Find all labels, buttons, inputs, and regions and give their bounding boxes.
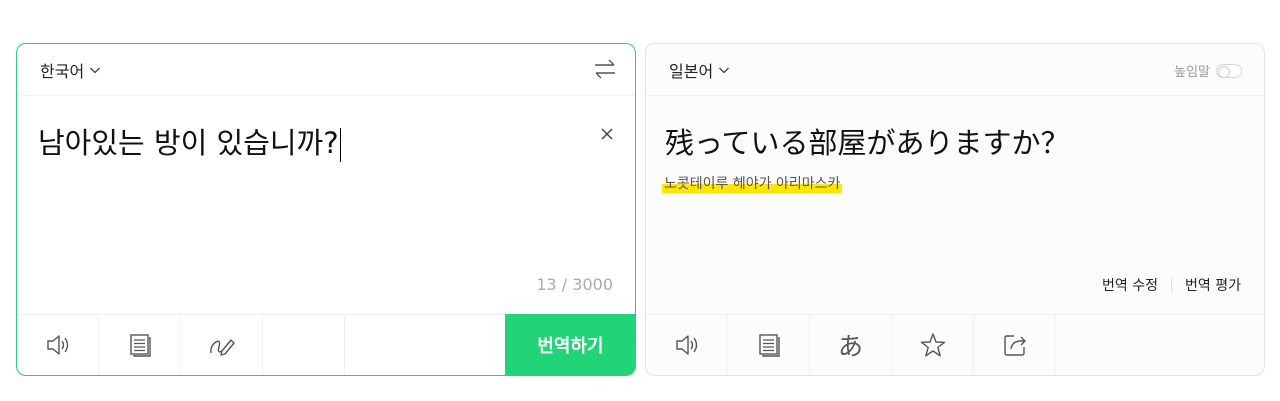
toolbar-spacer	[263, 315, 345, 375]
source-text-area[interactable]: 남아있는 방이 있습니까?	[38, 123, 341, 163]
source-text: 남아있는 방이 있습니까?	[38, 126, 339, 160]
share-icon	[1003, 335, 1026, 356]
speaker-icon	[675, 335, 697, 355]
divider	[1171, 278, 1173, 292]
target-copy-button[interactable]	[728, 315, 810, 375]
hiragana-button[interactable]: あ	[810, 315, 892, 375]
source-listen-button[interactable]	[17, 315, 99, 375]
speaker-icon	[46, 335, 68, 355]
target-language-label: 일본어	[669, 62, 714, 81]
favorite-button[interactable]	[892, 315, 974, 375]
handwriting-icon	[209, 339, 235, 356]
target-listen-button[interactable]	[646, 315, 728, 375]
source-language-label: 한국어	[40, 62, 85, 81]
text-caret	[339, 128, 341, 162]
source-header: 한국어	[17, 44, 635, 96]
rate-translation-link[interactable]: 번역 평가	[1185, 275, 1241, 295]
target-panel: 일본어 높임말 残っている部屋がありますか？ 노콧테이루 헤야가 아리마스카 번…	[645, 43, 1265, 376]
target-actions: 번역 수정 번역 평가	[1102, 275, 1241, 295]
hiragana-icon: あ	[837, 332, 863, 361]
close-icon[interactable]	[599, 126, 615, 142]
translated-text: 残っている部屋がありますか？	[665, 126, 1070, 160]
honorific-switch[interactable]	[1216, 63, 1242, 78]
source-copy-button[interactable]	[99, 315, 181, 375]
translate-button[interactable]: 번역하기	[505, 314, 635, 375]
character-counter: 13 / 3000	[536, 275, 613, 294]
source-language-select[interactable]: 한국어	[40, 58, 101, 82]
honorific-toggle[interactable]: 높임말	[1174, 61, 1242, 80]
chevron-down-icon	[90, 67, 101, 74]
target-toolbar: あ	[646, 314, 1264, 375]
edit-translation-link[interactable]: 번역 수정	[1102, 275, 1158, 295]
share-button[interactable]	[974, 315, 1056, 375]
pronunciation-text: 노콧테이루 헤야가 아리마스카	[662, 173, 843, 193]
target-header: 일본어 높임말	[646, 44, 1264, 96]
chevron-down-icon	[719, 67, 730, 74]
honorific-label: 높임말	[1174, 65, 1210, 80]
star-icon	[920, 333, 945, 357]
document-icon	[758, 334, 780, 357]
handwriting-button[interactable]	[181, 315, 263, 375]
swap-icon[interactable]	[593, 58, 617, 80]
source-panel: 한국어 남아있는 방이 있습니까? 13 / 3000 번역하기	[16, 43, 636, 376]
target-language-select[interactable]: 일본어	[669, 58, 730, 82]
document-icon	[129, 334, 151, 357]
